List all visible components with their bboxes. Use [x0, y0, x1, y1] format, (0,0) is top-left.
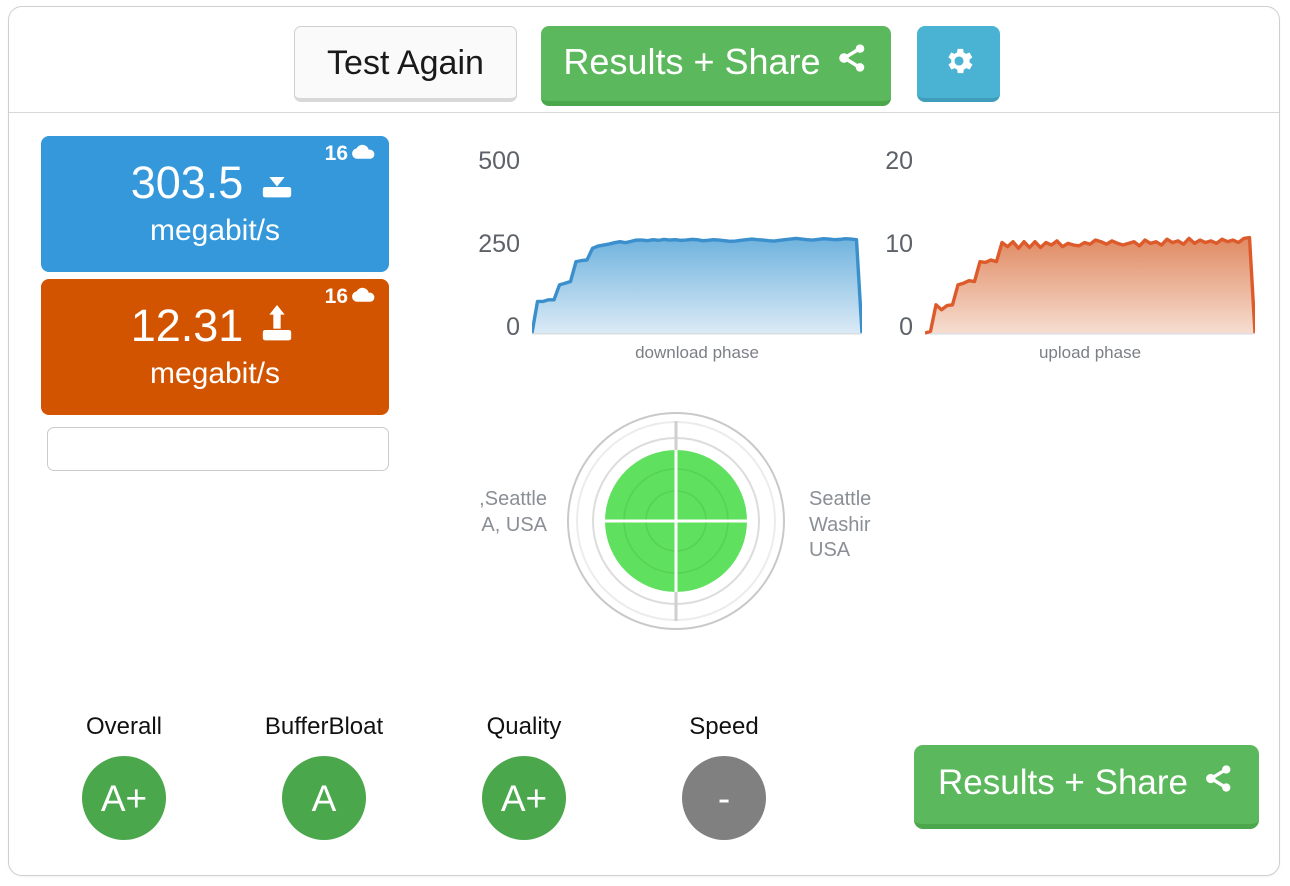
location-right-line-3: USA: [809, 539, 851, 562]
download-ytick-250: 250: [478, 230, 520, 258]
location-right-line-2: Washir: [809, 513, 871, 536]
results-share-label-top: Results + Share: [563, 40, 821, 82]
results-share-label-bottom: Results + Share: [938, 763, 1188, 802]
upload-area-plot: [925, 235, 1255, 335]
toolbar: Test Again Results + Share: [9, 7, 1279, 113]
grade-quality: Quality A+: [459, 715, 589, 840]
download-area-plot: [532, 236, 862, 335]
share-icon: [835, 41, 869, 83]
download-phase-label: download phase: [635, 343, 759, 362]
download-ytick-500: 500: [478, 147, 520, 175]
location-left-line-1: Seattle,: [479, 488, 547, 510]
note-input[interactable]: [47, 427, 389, 471]
grade-overall: Overall A+: [59, 715, 189, 840]
download-speed-card: 16 303.5 megabit/s: [41, 136, 389, 272]
download-unit: megabit/s: [149, 214, 281, 247]
upload-ytick-0: 0: [899, 313, 913, 341]
share-icon: [1202, 763, 1235, 803]
location-right-line-1: Seattle: [809, 488, 872, 510]
grade-overall-label: Overall: [85, 713, 163, 740]
grade-quality-value: A+: [482, 756, 566, 840]
grade-overall-value: A+: [82, 756, 166, 840]
upload-ytick-20: 20: [885, 147, 913, 175]
upload-arrow-icon: [255, 303, 299, 348]
grade-speed: Speed -: [659, 715, 789, 840]
grade-speed-value: -: [682, 756, 766, 840]
grade-bufferbloat: BufferBloat A: [259, 715, 389, 840]
settings-button[interactable]: [917, 26, 1000, 102]
download-value-row: 303.5: [41, 160, 389, 205]
upload-ytick-10: 10: [885, 230, 913, 258]
download-speed-value: 303.5: [130, 157, 244, 208]
results-share-button-top[interactable]: Results + Share: [541, 26, 891, 106]
upload-phase-chart: 20 10 0 upload phase: [857, 147, 1267, 362]
gear-icon: [942, 44, 976, 81]
upload-phase-label: upload phase: [1038, 343, 1142, 362]
grade-quality-label: Quality: [486, 713, 562, 740]
grade-bufferbloat-value: A: [282, 756, 366, 840]
location-label-right: Seattle Washir USA: [809, 487, 883, 564]
upload-unit: megabit/s: [149, 357, 281, 390]
upload-speed-value: 12.31: [130, 300, 244, 351]
upload-value-row: 12.31: [41, 303, 389, 348]
test-again-button[interactable]: Test Again: [294, 26, 517, 102]
location-radar: [565, 405, 787, 637]
grade-bufferbloat-label: BufferBloat: [264, 713, 384, 740]
results-share-button-bottom[interactable]: Results + Share: [914, 745, 1259, 829]
location-left-line-2: A, USA: [481, 513, 547, 536]
grade-speed-label: Speed: [689, 713, 759, 740]
download-phase-chart: 500 250 0 download phase: [464, 147, 874, 362]
location-label-left: Seattle, A, USA: [407, 487, 547, 538]
download-arrow-icon: [255, 160, 299, 205]
download-ytick-0: 0: [506, 313, 520, 341]
upload-speed-card: 16 12.31 megabit/s: [41, 279, 389, 415]
speed-test-panel: Test Again Results + Share 16 303.5 mega…: [8, 6, 1280, 876]
